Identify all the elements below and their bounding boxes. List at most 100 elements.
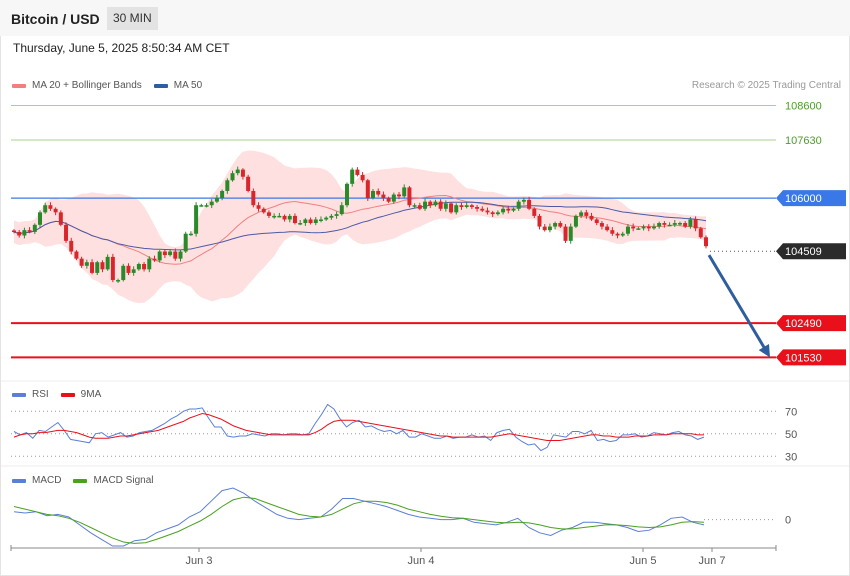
candle-body bbox=[423, 201, 428, 209]
candle-body bbox=[641, 226, 646, 229]
candle-body bbox=[43, 205, 48, 213]
level-label-101530: 101530 bbox=[785, 352, 822, 364]
candle-body bbox=[12, 230, 16, 233]
candle bbox=[110, 253, 115, 283]
candle-body bbox=[183, 233, 188, 252]
candle-body bbox=[594, 219, 599, 224]
candle-body bbox=[662, 223, 667, 225]
candle-body bbox=[381, 194, 386, 199]
macd-tick-label-0: 0 bbox=[785, 515, 791, 527]
candle-body bbox=[636, 228, 641, 230]
candle-body bbox=[261, 208, 266, 213]
candle-body bbox=[277, 215, 282, 218]
candle-body bbox=[230, 173, 235, 181]
candle-body bbox=[412, 205, 417, 207]
candle-body bbox=[360, 174, 365, 181]
candle-body bbox=[704, 237, 708, 247]
candle-body bbox=[246, 176, 251, 191]
rsi-tick-label-50: 50 bbox=[785, 429, 797, 441]
candle bbox=[355, 167, 360, 177]
level-label-108600: 108600 bbox=[785, 100, 822, 112]
candle-body bbox=[79, 258, 84, 266]
candle-body bbox=[449, 203, 454, 213]
candle-body bbox=[121, 265, 126, 281]
macd-line bbox=[13, 487, 705, 547]
candle-body bbox=[69, 240, 74, 252]
x-tick-label: Jun 5 bbox=[630, 555, 657, 567]
candle-body bbox=[194, 205, 199, 234]
candle-body bbox=[428, 201, 433, 206]
candle-body bbox=[142, 264, 147, 270]
candle-body bbox=[329, 215, 334, 218]
candle-body bbox=[204, 205, 209, 207]
candle bbox=[58, 210, 63, 227]
candle-body bbox=[417, 205, 422, 209]
candle bbox=[251, 188, 256, 208]
candle-body bbox=[303, 219, 308, 224]
candle-body bbox=[225, 180, 230, 191]
candle-body bbox=[136, 264, 141, 270]
candle-body bbox=[110, 256, 115, 281]
candle-body bbox=[188, 233, 193, 236]
candle-body bbox=[371, 190, 376, 199]
candle-body bbox=[501, 208, 506, 213]
rsi-pane: 70 50 30 bbox=[11, 403, 797, 463]
candle-body bbox=[683, 223, 688, 227]
candle-body bbox=[553, 223, 558, 227]
candle-body bbox=[657, 223, 662, 227]
candle bbox=[121, 263, 126, 282]
candle bbox=[573, 214, 578, 229]
candle-body bbox=[490, 212, 495, 215]
candle-body bbox=[199, 205, 204, 207]
candle-body bbox=[214, 198, 219, 202]
candle bbox=[246, 174, 251, 193]
candle-body bbox=[573, 215, 578, 227]
candle-body bbox=[454, 205, 459, 213]
candle-body bbox=[667, 224, 672, 227]
candle-body bbox=[168, 251, 173, 256]
candle bbox=[64, 222, 69, 243]
candle-body bbox=[527, 199, 532, 209]
candle-body bbox=[376, 190, 381, 195]
candle bbox=[449, 202, 454, 214]
candle-body bbox=[147, 258, 152, 270]
rsi-tick-label-30: 30 bbox=[785, 451, 797, 463]
candle-body bbox=[693, 219, 698, 229]
candle-body bbox=[84, 262, 89, 266]
candle-body bbox=[38, 212, 43, 225]
candle-body bbox=[672, 223, 677, 225]
candle-body bbox=[563, 226, 568, 241]
candle-body bbox=[464, 205, 469, 207]
candle-body bbox=[610, 230, 615, 234]
candle-body bbox=[32, 224, 37, 232]
candle-body bbox=[334, 214, 339, 216]
candle-body bbox=[287, 215, 292, 220]
candle-body bbox=[547, 226, 552, 231]
candle-body bbox=[48, 205, 53, 209]
x-axis: Jun 3 Jun 4 Jun 5 Jun 7 bbox=[10, 545, 777, 567]
candle bbox=[199, 203, 204, 207]
candle bbox=[194, 202, 199, 237]
candle-body bbox=[157, 251, 162, 261]
candle-body bbox=[308, 219, 313, 224]
chart-canvas: 108600 107630 106000 104509 102490 101530 70 50… bbox=[1, 100, 849, 567]
candle-body bbox=[105, 256, 110, 270]
candle-body bbox=[344, 183, 349, 206]
last-price-label: 104509 bbox=[785, 246, 822, 258]
candle bbox=[365, 178, 370, 201]
candle-body bbox=[407, 187, 412, 206]
candle-body bbox=[116, 280, 121, 282]
candle-body bbox=[516, 201, 521, 209]
candle-body bbox=[173, 251, 178, 259]
candle-body bbox=[95, 262, 100, 273]
forecast-arrow-line bbox=[707, 254, 768, 352]
candle bbox=[74, 250, 79, 261]
x-tick-label: Jun 3 bbox=[186, 555, 213, 567]
candle-body bbox=[178, 251, 183, 259]
candle bbox=[698, 226, 703, 239]
candle bbox=[537, 213, 542, 230]
candle-body bbox=[355, 169, 360, 175]
candle-body bbox=[485, 210, 490, 213]
rsi-tick-label-70: 70 bbox=[785, 406, 797, 418]
candle-body bbox=[625, 226, 630, 234]
